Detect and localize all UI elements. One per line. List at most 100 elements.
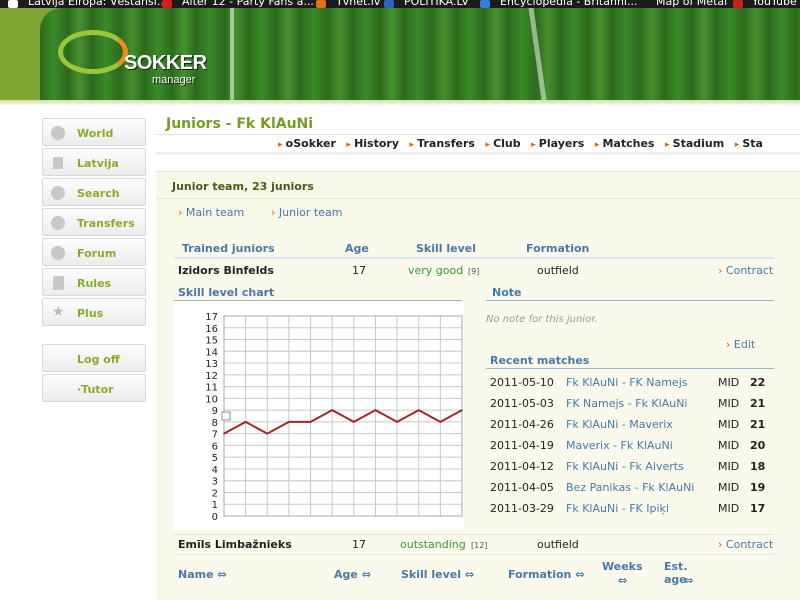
bookmark-item[interactable]: Map of Metal xyxy=(656,0,727,8)
sidebar-item-rules[interactable]: Rules xyxy=(42,268,146,296)
bookmark-icon xyxy=(316,0,326,8)
nav-stadium[interactable]: Stadium xyxy=(665,137,725,150)
y-tick-label: 3 xyxy=(212,477,218,488)
chart-title: Skill level chart xyxy=(178,286,275,299)
match-link[interactable]: FK Namejs - Fk KlAuNi xyxy=(566,397,687,410)
sidebar-item-label: Rules xyxy=(77,277,112,290)
nav-statistics[interactable]: Sta xyxy=(735,137,763,150)
bookmark-icon xyxy=(162,0,172,8)
match-link[interactable]: Fk KlAuNi - Maverix xyxy=(566,418,673,431)
col-formation: Formation xyxy=(526,242,590,255)
nav-club[interactable]: Club xyxy=(485,137,521,150)
match-position: MID xyxy=(718,418,740,431)
sidebar-item-label: Search xyxy=(77,187,120,200)
tutor-button[interactable]: ·Tutor xyxy=(42,374,146,402)
contract-link[interactable]: Contract xyxy=(718,264,773,277)
tab-main-team[interactable]: Main team xyxy=(178,206,244,219)
nav-osokker[interactable]: oSokker xyxy=(278,137,336,150)
section-rule xyxy=(486,368,774,369)
y-tick-label: 7 xyxy=(212,430,218,441)
document-icon xyxy=(53,276,64,290)
match-date: 2011-05-10 xyxy=(490,376,554,389)
sidebar-item-world[interactable]: World xyxy=(42,118,146,146)
transfer-arrows-icon xyxy=(51,216,65,230)
bookmark-item[interactable]: YouTube xyxy=(752,0,797,8)
skill-data-point xyxy=(244,421,247,423)
match-date: 2011-04-05 xyxy=(490,481,554,494)
bookmark-item[interactable]: Alter 12 - Party Fans a... xyxy=(182,0,314,8)
y-tick-label: 17 xyxy=(205,312,218,323)
logo-subtext: manager xyxy=(152,74,196,86)
site-logo[interactable]: SOKKER manager xyxy=(58,30,218,86)
match-link[interactable]: Fk KlAuNi - FK Namejs xyxy=(566,376,687,389)
panel-heading: Junior team, 23 juniors xyxy=(172,180,314,193)
nav-transfers[interactable]: Transfers xyxy=(410,137,475,150)
bookmark-item[interactable]: Encyclopedia - Britanni... xyxy=(500,0,637,8)
skill-data-point xyxy=(331,409,333,411)
skill-chart: 0 1 2 3 4 5 6 7 8 9 10 11 12 13 14 15 16 17 xyxy=(174,302,464,530)
skill-data-point xyxy=(417,409,420,411)
junior-skill-value: [9] xyxy=(468,267,480,276)
y-tick-label: 4 xyxy=(212,465,218,476)
y-tick-label: 2 xyxy=(212,488,218,499)
skill-data-point xyxy=(288,421,290,423)
col-name-sort[interactable]: Name xyxy=(178,568,227,581)
match-position: MID xyxy=(718,460,740,473)
skill-data-point xyxy=(309,421,312,423)
match-rating: 20 xyxy=(750,439,766,452)
col-formation-sort[interactable]: Formation xyxy=(508,568,584,581)
col-skill-level: Skill level xyxy=(416,242,477,255)
skill-data-point xyxy=(353,421,355,423)
match-position: MID xyxy=(718,397,740,410)
sidebar: World Latvija Search Transfers Forum Rul… xyxy=(42,118,146,404)
y-tick-label: 14 xyxy=(205,347,218,358)
skill-data-point xyxy=(439,421,442,423)
sidebar-item-plus[interactable]: ★ Plus xyxy=(42,298,146,326)
match-link[interactable]: Maverix - Fk KlAuNi xyxy=(566,439,673,452)
youtube-icon xyxy=(733,0,743,8)
match-link[interactable]: Bez Panikas - Fk KlAuNi xyxy=(566,481,694,494)
match-date: 2011-04-12 xyxy=(490,460,554,473)
contract-link[interactable]: Contract xyxy=(718,538,773,551)
y-tick-label: 1 xyxy=(212,500,218,511)
sidebar-item-latvija[interactable]: Latvija xyxy=(42,148,146,176)
sidebar-item-search[interactable]: Search xyxy=(42,178,146,206)
juniors-content: Trained juniors Age Skill level Formatio… xyxy=(160,228,800,600)
sort-arrows-icon[interactable]: ⇔ xyxy=(684,574,693,587)
match-date: 2011-04-26 xyxy=(490,418,554,431)
sidebar-item-transfers[interactable]: Transfers xyxy=(42,208,146,236)
match-rating: 19 xyxy=(750,481,766,494)
col-weeks-sort[interactable]: Weeks xyxy=(602,560,643,573)
chart-marker-icon xyxy=(221,411,231,421)
nav-players[interactable]: Players xyxy=(531,137,585,150)
col-age-sort[interactable]: Age xyxy=(334,568,371,581)
junior-name[interactable]: Izidors Binfelds xyxy=(178,264,274,277)
match-link[interactable]: Fk KlAuNi - FK Ipiķi xyxy=(566,502,669,515)
match-position: MID xyxy=(718,502,740,515)
logoff-button[interactable]: Log off xyxy=(42,344,146,372)
note-text: No note for this junior. xyxy=(486,314,598,325)
junior-name[interactable]: Emīls Limbažnieks xyxy=(178,538,292,551)
y-tick-label: 15 xyxy=(205,336,218,347)
match-link[interactable]: Fk KlAuNi - Fk Alverts xyxy=(566,460,684,473)
bookmark-icon xyxy=(480,0,490,8)
y-tick-label: 12 xyxy=(205,371,218,382)
edit-note-link[interactable]: Edit xyxy=(726,338,755,351)
col-skill-sort[interactable]: Skill level xyxy=(401,568,474,581)
y-tick-label: 11 xyxy=(205,383,218,394)
junior-age: 17 xyxy=(352,538,366,551)
people-icon xyxy=(51,246,65,260)
match-position: MID xyxy=(718,439,740,452)
tab-junior-team[interactable]: Junior team xyxy=(271,206,343,219)
magnifier-icon xyxy=(51,186,65,200)
sort-arrows-icon[interactable]: ⇔ xyxy=(618,574,627,587)
nav-history[interactable]: History xyxy=(346,137,399,150)
bookmark-item[interactable]: POLITIKA.LV xyxy=(404,0,469,8)
junior-formation: outfield xyxy=(537,264,579,277)
bookmark-item[interactable]: Tvnet.lv xyxy=(336,0,380,8)
bookmark-item[interactable]: Latvija Eiropa: Vēstanši... xyxy=(28,0,167,8)
sidebar-item-forum[interactable]: Forum xyxy=(42,238,146,266)
nav-matches[interactable]: Matches xyxy=(595,137,654,150)
recent-matches-title: Recent matches xyxy=(490,354,590,367)
bookmark-icon xyxy=(8,0,18,8)
